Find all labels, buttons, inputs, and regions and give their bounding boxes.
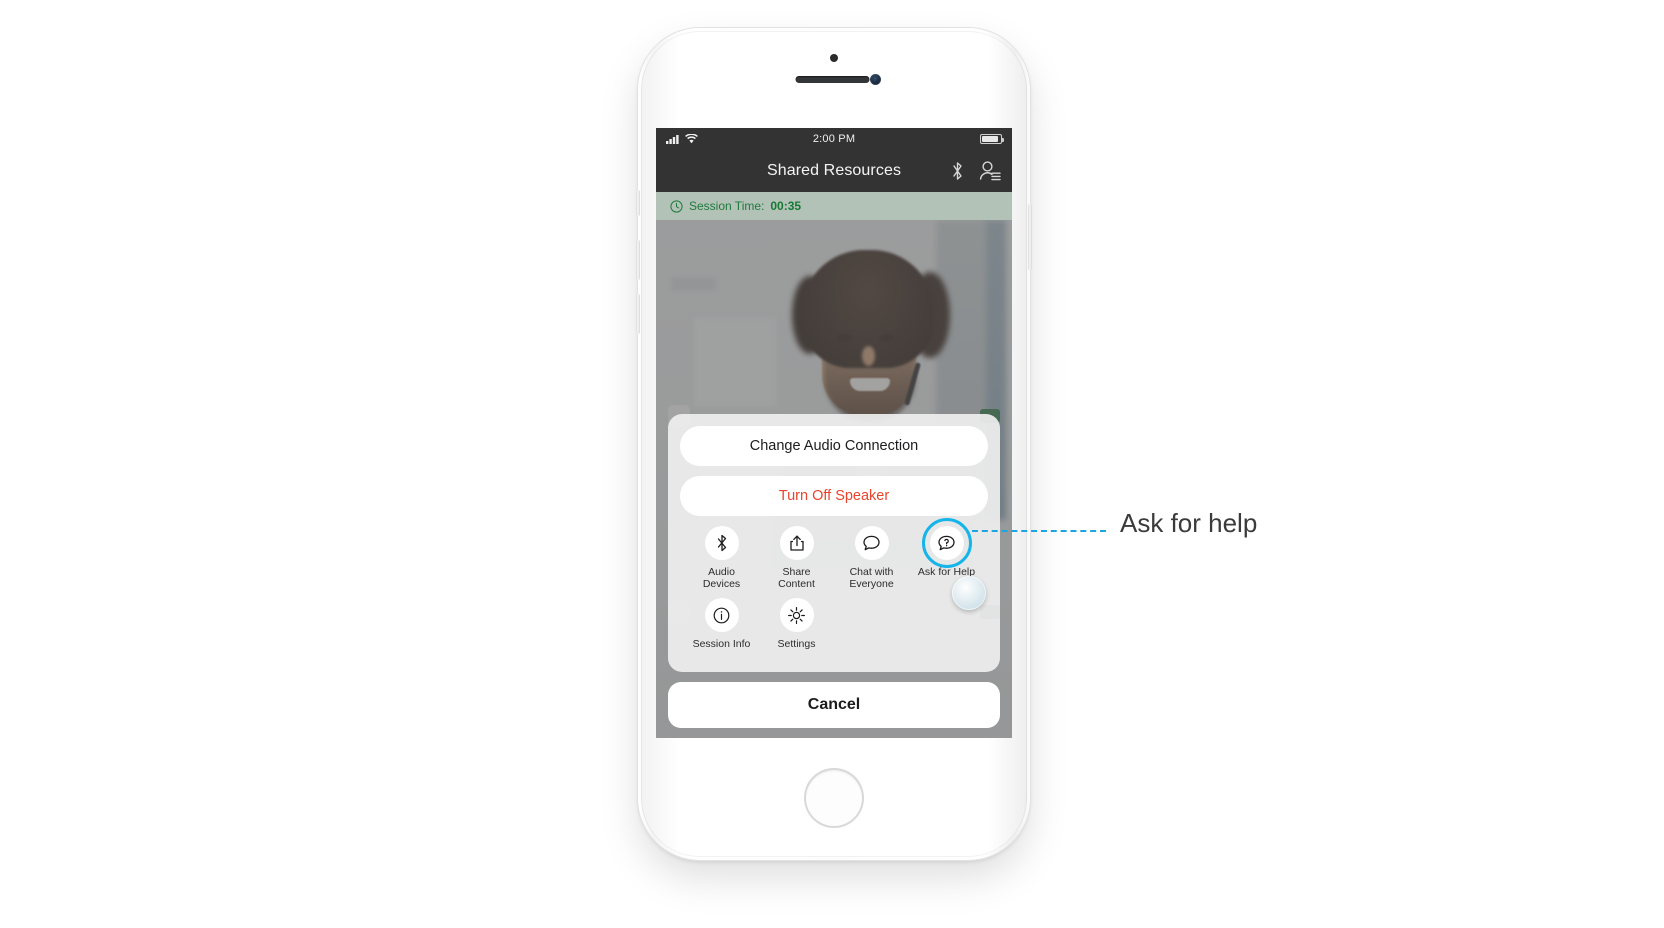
gear-icon xyxy=(779,598,814,632)
session-time-label: Session Time: xyxy=(689,199,765,213)
battery-icon xyxy=(980,134,1004,144)
grid-item-label: Session Info xyxy=(692,638,751,650)
info-icon xyxy=(704,598,739,632)
action-sheet-grid: Audio Devices Share Content Chat with Ev… xyxy=(680,518,988,658)
phone-screen: 2:00 PM Shared Resources Session Time: 0… xyxy=(656,128,1012,738)
status-bar: 2:00 PM xyxy=(656,128,1012,150)
grid-item-share-content[interactable]: Share Content xyxy=(759,526,834,590)
volume-up-button[interactable] xyxy=(636,240,640,280)
turn-off-speaker-button[interactable]: Turn Off Speaker xyxy=(680,476,988,516)
grid-item-label: Settings xyxy=(777,638,816,650)
bluetooth-icon xyxy=(704,526,739,560)
callout-label: Ask for help xyxy=(1120,508,1258,538)
phone-device: 2:00 PM Shared Resources Session Time: 0… xyxy=(636,28,1032,860)
nav-bar-actions xyxy=(950,160,1002,182)
question-chat-icon xyxy=(921,518,972,568)
grid-item-settings[interactable]: Settings xyxy=(759,598,834,650)
earpiece-speaker xyxy=(795,76,870,83)
status-bar-time: 2:00 PM xyxy=(812,133,856,145)
grid-item-session-info[interactable]: Session Info xyxy=(684,598,759,650)
volume-down-button[interactable] xyxy=(636,294,640,334)
proximity-sensor-icon xyxy=(830,54,838,62)
silent-switch[interactable] xyxy=(636,190,640,216)
chat-icon xyxy=(854,526,889,560)
grid-item-chat-with-everyone[interactable]: Chat with Everyone xyxy=(834,526,909,590)
session-time-value: 00:35 xyxy=(770,199,802,213)
grid-item-audio-devices[interactable]: Audio Devices xyxy=(684,526,759,590)
grid-item-label: Chat with Everyone xyxy=(849,566,894,590)
home-button[interactable] xyxy=(804,768,864,828)
action-sheet-card: Change Audio Connection Turn Off Speaker… xyxy=(668,414,1000,672)
session-time-bar: Session Time: 00:35 xyxy=(656,192,1012,220)
power-button[interactable] xyxy=(1028,204,1032,270)
grid-item-label: Audio Devices xyxy=(702,566,741,590)
bluetooth-icon[interactable] xyxy=(950,160,965,182)
action-sheet: Change Audio Connection Turn Off Speaker… xyxy=(656,414,1012,738)
participants-icon[interactable] xyxy=(979,160,1002,182)
grid-item-label: Share Content xyxy=(778,566,815,590)
front-camera-icon xyxy=(870,74,881,85)
touch-indicator xyxy=(952,576,986,610)
clock-icon xyxy=(670,199,683,213)
status-bar-right xyxy=(980,134,1004,144)
share-icon xyxy=(779,526,814,560)
screenshot-root: 2:00 PM Shared Resources Session Time: 0… xyxy=(0,0,1664,928)
change-audio-connection-button[interactable]: Change Audio Connection xyxy=(680,426,988,466)
callout-connector xyxy=(972,530,1106,532)
navigation-bar: Shared Resources xyxy=(656,150,1012,192)
cancel-button[interactable]: Cancel xyxy=(668,682,1000,728)
